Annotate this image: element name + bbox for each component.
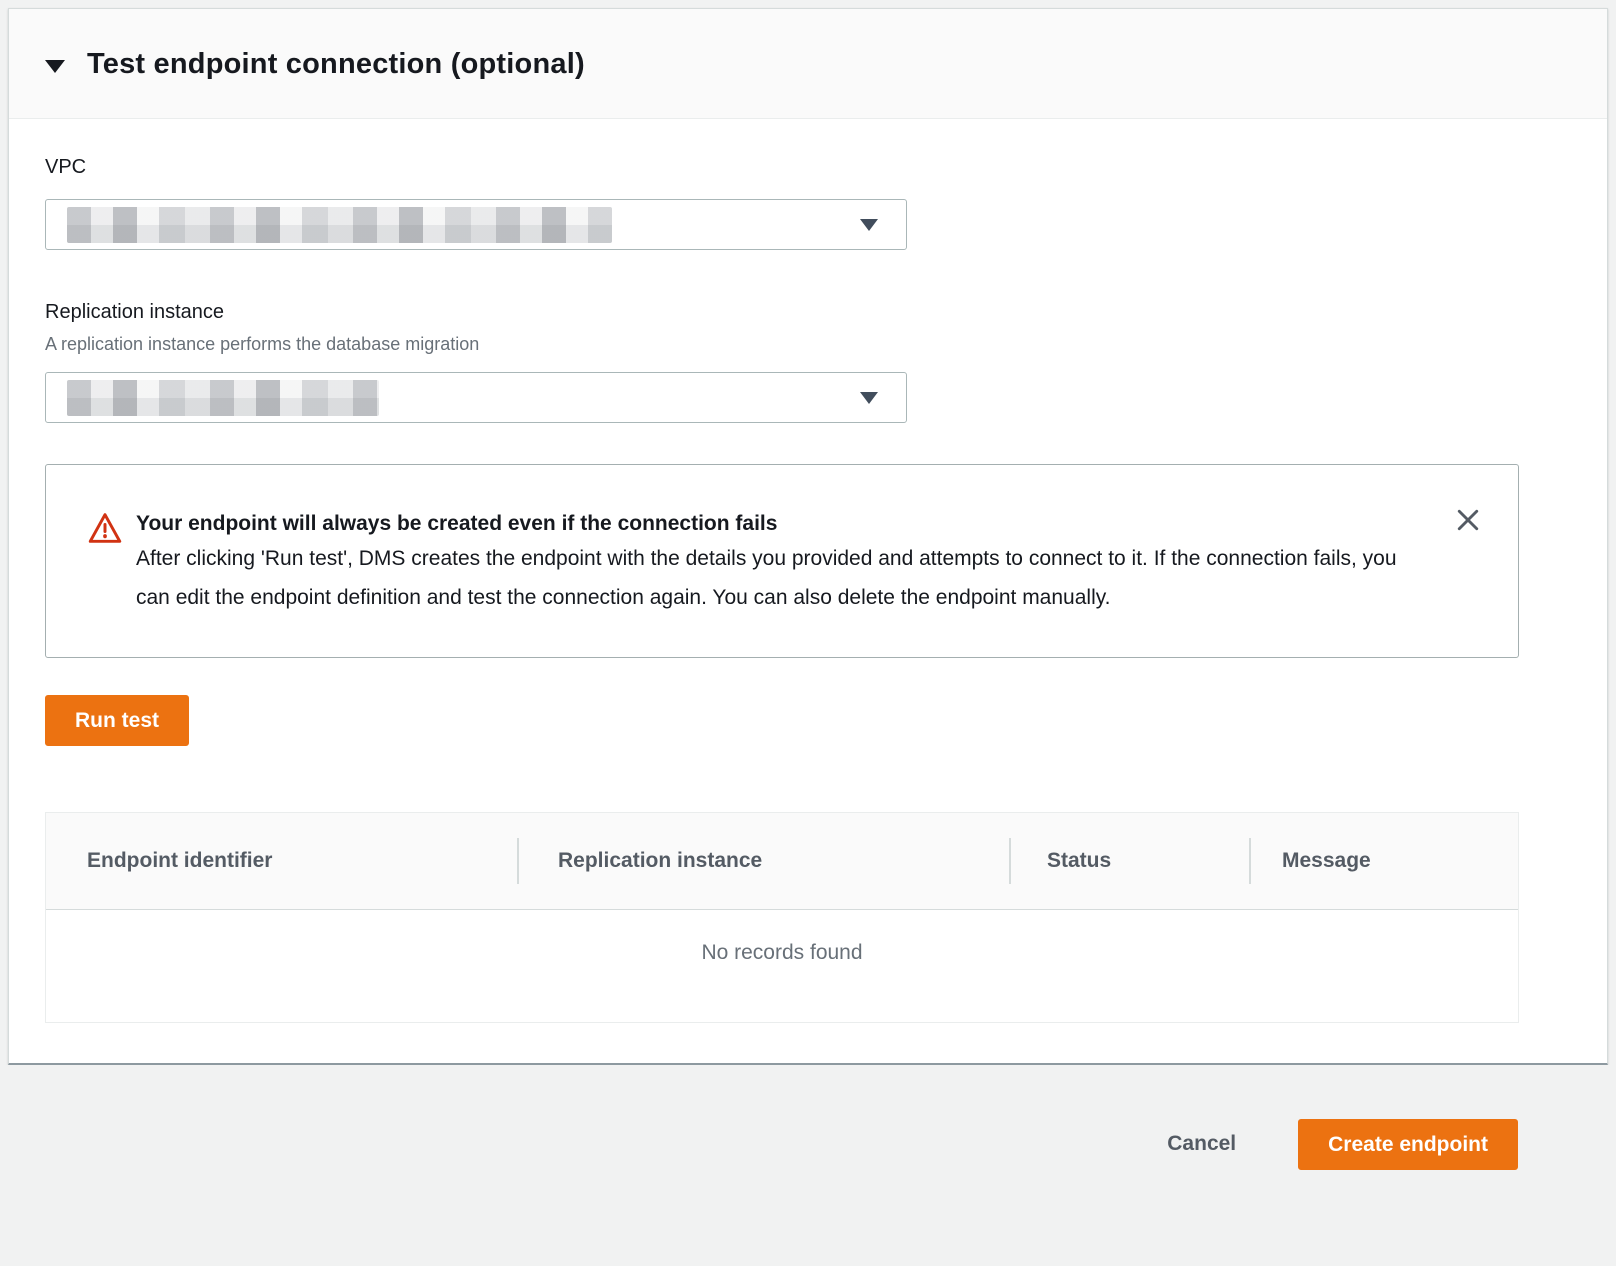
- column-divider: [1249, 838, 1251, 884]
- warning-icon: [88, 511, 122, 545]
- vpc-field: VPC: [45, 153, 1519, 250]
- column-header-endpoint-identifier: Endpoint identifier: [46, 849, 517, 873]
- warning-alert: Your endpoint will always be created eve…: [45, 464, 1519, 658]
- column-header-label: Message: [1282, 849, 1371, 872]
- test-results-table: Endpoint identifier Replication instance…: [45, 812, 1519, 1023]
- warning-alert-body: After clicking 'Run test', DMS creates t…: [136, 539, 1436, 617]
- warning-alert-content: Your endpoint will always be created eve…: [136, 509, 1444, 617]
- column-header-message: Message: [1249, 849, 1518, 873]
- vpc-label: VPC: [45, 153, 1519, 181]
- table-header-row: Endpoint identifier Replication instance…: [46, 813, 1518, 910]
- section-body: VPC Replication instance A replication i…: [9, 119, 1607, 1063]
- column-divider: [517, 838, 519, 884]
- replication-instance-selected-value-redacted: [67, 380, 379, 416]
- vpc-selected-value-redacted: [67, 207, 612, 243]
- replication-instance-label: Replication instance: [45, 298, 1519, 326]
- replication-instance-select[interactable]: [45, 372, 907, 423]
- replication-instance-field: Replication instance A replication insta…: [45, 298, 1519, 423]
- column-header-label: Status: [1047, 849, 1111, 872]
- warning-alert-title: Your endpoint will always be created eve…: [136, 509, 1444, 539]
- column-header-label: Replication instance: [558, 849, 762, 872]
- column-divider: [1009, 838, 1011, 884]
- collapse-caret-icon: [45, 60, 65, 73]
- replication-instance-description: A replication instance performs the data…: [45, 332, 1519, 356]
- close-icon[interactable]: [1452, 505, 1484, 537]
- column-header-replication-instance: Replication instance: [517, 849, 1009, 873]
- run-test-button[interactable]: Run test: [45, 695, 189, 746]
- column-header-status: Status: [1009, 849, 1249, 873]
- create-endpoint-button[interactable]: Create endpoint: [1298, 1119, 1518, 1170]
- vpc-select[interactable]: [45, 199, 907, 250]
- no-records-text: No records found: [701, 941, 862, 965]
- test-endpoint-connection-section: Test endpoint connection (optional) VPC …: [8, 8, 1608, 1065]
- dropdown-caret-icon: [860, 219, 878, 231]
- cancel-button[interactable]: Cancel: [1159, 1121, 1244, 1167]
- section-header[interactable]: Test endpoint connection (optional): [9, 9, 1607, 119]
- form-actions-footer: Cancel Create endpoint: [0, 1065, 1616, 1223]
- section-title: Test endpoint connection (optional): [87, 42, 585, 86]
- dropdown-caret-icon: [860, 392, 878, 404]
- table-empty-state: No records found: [46, 910, 1518, 1022]
